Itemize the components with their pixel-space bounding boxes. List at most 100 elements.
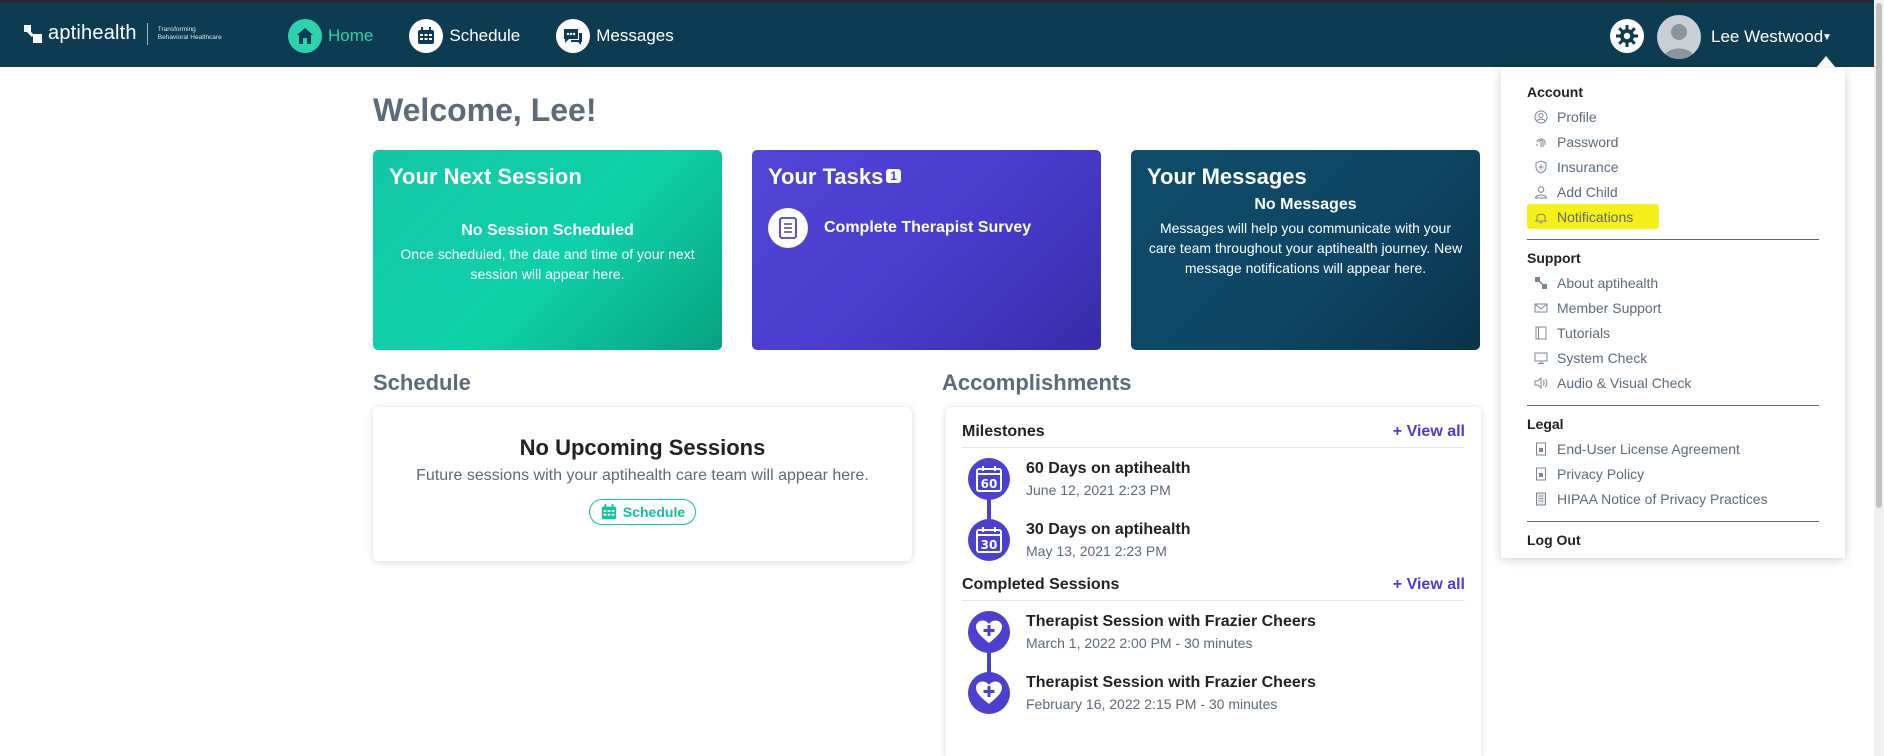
menu-item-label: End-User License Agreement bbox=[1557, 440, 1740, 457]
survey-clipboard-icon bbox=[768, 208, 808, 248]
menu-item-system-check[interactable]: System Check bbox=[1527, 345, 1819, 370]
main-nav: Home Schedule Messages bbox=[288, 19, 710, 53]
nav-home-label: Home bbox=[328, 26, 374, 45]
tasks-card: Your Tasks 1 Complete Therapist Survey bbox=[752, 150, 1101, 350]
menu-item-label: Notifications bbox=[1557, 208, 1634, 225]
no-upcoming-subtitle: Future sessions with your aptihealth car… bbox=[416, 467, 869, 484]
next-session-title: Your Next Session bbox=[389, 164, 582, 189]
aptihealth-logo[interactable]: aptihealth Transforming Behavioral Healt… bbox=[24, 22, 248, 45]
menu-item-label: Add Child bbox=[1557, 183, 1618, 200]
milestone-badge-number: 30 bbox=[981, 538, 998, 552]
next-session-card[interactable]: Your Next Session No Session Scheduled O… bbox=[373, 150, 722, 350]
session-date: March 1, 2022 2:00 PM - 30 minutes bbox=[1026, 635, 1253, 651]
schedule-button[interactable]: Schedule bbox=[588, 499, 697, 525]
account-group: Account Profile Password Insurance Add C… bbox=[1527, 84, 1819, 229]
chevron-down-icon[interactable]: ▼ bbox=[1822, 32, 1832, 43]
menu-item-eula[interactable]: End-User License Agreement bbox=[1527, 436, 1819, 461]
menu-item-privacy-policy[interactable]: Privacy Policy bbox=[1527, 461, 1819, 486]
completed-view-all-link[interactable]: + View all bbox=[1393, 576, 1465, 594]
document-lock-icon bbox=[1533, 441, 1549, 457]
document-icon bbox=[1533, 491, 1549, 507]
menu-item-password[interactable]: Password bbox=[1527, 129, 1819, 154]
completed-sessions-timeline: Therapist Session with Frazier Cheers Ma… bbox=[962, 607, 1465, 729]
menu-item-label: System Check bbox=[1557, 349, 1648, 366]
shield-plus-icon bbox=[1533, 159, 1549, 175]
menu-item-label: Profile bbox=[1557, 108, 1597, 125]
dropdown-arrow bbox=[1816, 56, 1836, 68]
menu-item-about[interactable]: About aptihealth bbox=[1527, 270, 1819, 295]
schedule-button-label: Schedule bbox=[622, 504, 686, 520]
nav-messages[interactable]: Messages bbox=[556, 19, 674, 53]
person-icon bbox=[1533, 184, 1549, 200]
menu-item-notifications[interactable]: Notifications bbox=[1527, 204, 1659, 229]
nav-messages-label: Messages bbox=[596, 26, 674, 45]
milestone-date: June 12, 2021 2:23 PM bbox=[1026, 482, 1171, 498]
milestones-view-all-link[interactable]: + View all bbox=[1393, 423, 1465, 441]
welcome-heading: Welcome, Lee! bbox=[373, 92, 597, 128]
logo-divider bbox=[146, 22, 148, 45]
brand-name: aptihealth bbox=[48, 22, 137, 44]
divider bbox=[1527, 405, 1819, 406]
schedule-panel: No Upcoming Sessions Future sessions wit… bbox=[373, 407, 912, 561]
menu-item-label: Password bbox=[1557, 133, 1619, 150]
user-silhouette-icon bbox=[1663, 24, 1695, 59]
logo-mark-icon bbox=[24, 24, 42, 43]
support-heading: Support bbox=[1527, 250, 1581, 266]
menu-item-hipaa-notice[interactable]: HIPAA Notice of Privacy Practices bbox=[1527, 486, 1819, 511]
menu-item-member-support[interactable]: Member Support bbox=[1527, 295, 1819, 320]
milestones-header: Milestones + View all bbox=[962, 423, 1465, 448]
top-navigation-bar: aptihealth Transforming Behavioral Healt… bbox=[0, 0, 1884, 67]
calendar-icon bbox=[409, 19, 444, 53]
milestone-badge-number: 60 bbox=[981, 477, 998, 491]
calendar-30-icon: 30 bbox=[968, 519, 1010, 561]
accomplishments-panel: Milestones + View all 60 60 Days on apti… bbox=[946, 407, 1481, 756]
gear-icon bbox=[1616, 25, 1638, 47]
menu-item-insurance[interactable]: Insurance bbox=[1527, 154, 1819, 179]
home-icon bbox=[288, 19, 322, 53]
list-item: 60 60 Days on aptihealth June 12, 2021 2… bbox=[968, 454, 1465, 524]
user-avatar[interactable] bbox=[1657, 15, 1701, 59]
menu-item-label: Privacy Policy bbox=[1557, 465, 1645, 482]
legal-heading: Legal bbox=[1527, 416, 1564, 432]
menu-item-label: HIPAA Notice of Privacy Practices bbox=[1557, 490, 1768, 507]
tasks-title: Your Tasks bbox=[768, 164, 884, 189]
document-lock-icon bbox=[1533, 466, 1549, 482]
settings-gear-button[interactable] bbox=[1610, 19, 1644, 53]
milestone-title: 30 Days on aptihealth bbox=[1026, 521, 1191, 538]
milestone-date: May 13, 2021 2:23 PM bbox=[1026, 543, 1167, 559]
menu-item-add-child[interactable]: Add Child bbox=[1527, 179, 1819, 204]
fingerprint-icon bbox=[1533, 134, 1549, 150]
task-label: Complete Therapist Survey bbox=[824, 219, 1032, 236]
menu-item-profile[interactable]: Profile bbox=[1527, 104, 1819, 129]
messages-card[interactable]: Your Messages No Messages Messages will … bbox=[1131, 150, 1480, 350]
session-title: Therapist Session with Frazier Cheers bbox=[1026, 613, 1316, 630]
accomplishments-section-title: Accomplishments bbox=[942, 370, 1132, 395]
messages-description: Messages will help you communicate with … bbox=[1148, 220, 1463, 276]
menu-item-label: About aptihealth bbox=[1557, 274, 1659, 291]
aptihealth-logo-icon bbox=[1533, 275, 1549, 291]
user-name[interactable]: Lee Westwood bbox=[1711, 27, 1823, 47]
logout-link[interactable]: Log Out bbox=[1527, 532, 1819, 548]
menu-item-tutorials[interactable]: Tutorials bbox=[1527, 320, 1819, 345]
menu-item-audio-visual-check[interactable]: Audio & Visual Check bbox=[1527, 370, 1819, 395]
completed-sessions-header: Completed Sessions + View all bbox=[962, 576, 1465, 601]
speaker-icon bbox=[1533, 375, 1549, 391]
nav-schedule[interactable]: Schedule bbox=[409, 19, 520, 53]
user-dropdown-menu: Account Profile Password Insurance Add C… bbox=[1501, 68, 1845, 558]
user-circle-icon bbox=[1533, 109, 1549, 125]
page-scrollbar-thumb[interactable] bbox=[1876, 3, 1882, 508]
menu-item-label: Insurance bbox=[1557, 158, 1619, 175]
brand-tagline: Transforming Behavioral Healthcare bbox=[158, 26, 248, 42]
list-item: 30 30 Days on aptihealth May 13, 2021 2:… bbox=[968, 515, 1465, 576]
tagline-line-2: Behavioral Healthcare bbox=[157, 33, 222, 41]
divider bbox=[1527, 239, 1819, 240]
tasks-title-row: Your Tasks 1 bbox=[768, 164, 1085, 190]
schedule-section-title: Schedule bbox=[373, 370, 471, 395]
no-upcoming-title: No Upcoming Sessions bbox=[519, 435, 766, 460]
support-group: Support About aptihealth Member Support … bbox=[1527, 250, 1819, 395]
nav-schedule-label: Schedule bbox=[449, 26, 521, 45]
nav-home[interactable]: Home bbox=[288, 19, 373, 53]
chat-icon bbox=[556, 19, 591, 53]
task-item[interactable]: Complete Therapist Survey bbox=[768, 208, 1085, 248]
list-item: Therapist Session with Frazier Cheers Fe… bbox=[968, 668, 1465, 729]
